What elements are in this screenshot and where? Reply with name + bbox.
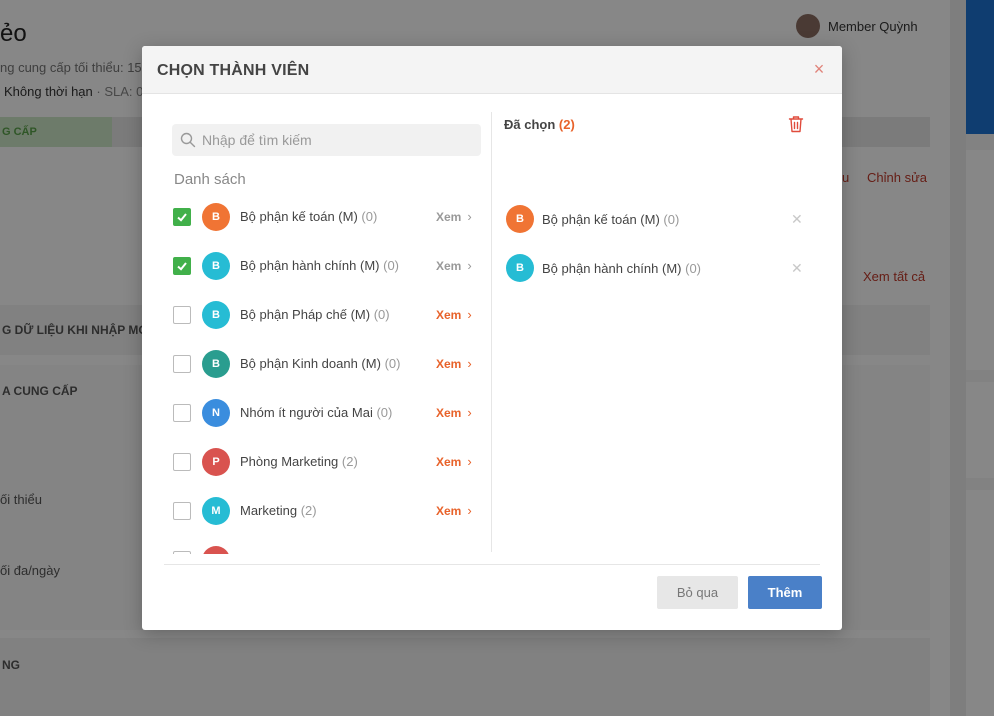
- remove-icon[interactable]: ✕: [791, 260, 803, 277]
- list-item[interactable]: B Bộ phận hành chính (M) (0) Xem ›: [164, 241, 491, 290]
- chevron-right-icon: ›: [467, 307, 472, 322]
- search-box[interactable]: [172, 124, 481, 156]
- selected-item: B Bộ phận hành chính (M) (0) ✕: [492, 253, 820, 283]
- view-link[interactable]: Xem ›: [436, 454, 472, 469]
- list-item[interactable]: B Bộ phận Pháp chế (M) (0) Xem ›: [164, 290, 491, 339]
- trash-icon[interactable]: [788, 115, 804, 133]
- chevron-right-icon: ›: [467, 503, 472, 518]
- item-name: Bộ phận hành chính (M) (0): [240, 258, 399, 273]
- check-icon: [177, 212, 187, 222]
- item-label: Bộ phận hành chính (M): [240, 258, 380, 273]
- view-link[interactable]: Xem ›: [436, 258, 472, 273]
- checkbox[interactable]: [173, 403, 191, 422]
- avatar: M: [202, 496, 230, 525]
- item-name: Marketing (2): [240, 503, 317, 518]
- list-item[interactable]: P Phòng Marketing (2) Xem ›: [164, 437, 491, 486]
- view-link[interactable]: Xem ›: [436, 356, 472, 371]
- search-icon: [180, 132, 196, 148]
- selected-heading-label: Đã chọn: [504, 117, 556, 132]
- item-count: (0): [384, 356, 401, 371]
- checkbox[interactable]: [173, 354, 191, 373]
- avatar: B: [202, 202, 230, 231]
- view-link[interactable]: Xem ›: [436, 307, 472, 322]
- avatar: B: [202, 251, 230, 280]
- search-input[interactable]: [202, 132, 472, 148]
- chevron-right-icon: ›: [467, 356, 472, 371]
- chevron-right-icon: ›: [467, 454, 472, 469]
- item-name: Nhóm ít người của Mai (0): [240, 405, 392, 420]
- item-label: Phòng Marketing: [240, 454, 339, 469]
- item-count: (0): [373, 307, 390, 322]
- list-item[interactable]: N Nhóm ít người của Mai (0) Xem ›: [164, 388, 491, 437]
- chevron-right-icon: ›: [467, 258, 472, 273]
- item-name: Bộ phận kế toán (M) (0): [542, 212, 679, 227]
- view-label: Xem: [436, 209, 462, 224]
- checkbox[interactable]: [173, 305, 191, 324]
- item-label: Bộ phận kế toán (M): [542, 211, 660, 227]
- view-link[interactable]: Xem ›: [436, 405, 472, 420]
- checkbox[interactable]: [173, 452, 191, 471]
- item-label: Nhóm ít người của Mai: [240, 405, 373, 420]
- item-name: Bộ phận hành chính (M) (0): [542, 261, 701, 276]
- selected-heading: Đã chọn (2): [504, 117, 575, 132]
- checkbox[interactable]: [173, 501, 191, 520]
- selected-count: (2): [558, 117, 575, 132]
- view-label: Xem: [436, 258, 462, 273]
- remove-icon[interactable]: ✕: [791, 211, 803, 228]
- item-count: (0): [376, 405, 393, 420]
- view-label: Xem: [436, 405, 462, 420]
- checkbox[interactable]: [173, 256, 191, 275]
- item-count: (2): [300, 503, 317, 518]
- avatar: B: [202, 349, 230, 378]
- avatar: N: [202, 398, 230, 427]
- member-list-panel: Danh sách B Bộ phận kế toán (M) (0) Xem ›…: [164, 94, 491, 554]
- list-item[interactable]: M Marketing (2) Xem ›: [164, 486, 491, 535]
- check-icon: [177, 261, 187, 271]
- chevron-right-icon: ›: [467, 405, 472, 420]
- item-name: Bộ phận Pháp chế (M) (0): [240, 307, 390, 322]
- view-link[interactable]: Xem ›: [436, 209, 472, 224]
- footer-divider: [164, 564, 820, 565]
- avatar: B: [506, 205, 534, 233]
- item-count: (0): [663, 211, 680, 227]
- selected-item: B Bộ phận kế toán (M) (0) ✕: [492, 204, 820, 234]
- member-list: B Bộ phận kế toán (M) (0) Xem › B Bộ phận…: [164, 192, 491, 554]
- avatar: B: [202, 300, 230, 329]
- view-label: Xem: [436, 454, 462, 469]
- avatar: [202, 545, 230, 554]
- item-name: Bộ phận Kinh doanh (M) (0): [240, 356, 400, 371]
- item-name: Bộ phận kế toán (M) (0): [240, 209, 377, 224]
- dialog-header: CHỌN THÀNH VIÊN ×: [142, 46, 842, 94]
- item-count: (2): [341, 454, 358, 469]
- chevron-right-icon: ›: [467, 209, 472, 224]
- item-label: Bộ phận Kinh doanh (M): [240, 356, 381, 371]
- checkbox[interactable]: [173, 550, 191, 554]
- close-icon[interactable]: ×: [810, 60, 828, 78]
- dialog-title: CHỌN THÀNH VIÊN: [157, 62, 310, 79]
- add-button[interactable]: Thêm: [748, 576, 822, 609]
- list-item[interactable]: B Bộ phận kế toán (M) (0) Xem ›: [164, 192, 491, 241]
- list-item-partial[interactable]: [164, 535, 491, 554]
- item-label: Marketing: [240, 503, 298, 518]
- item-label: Bộ phận Pháp chế (M): [240, 307, 371, 322]
- avatar: B: [506, 254, 534, 282]
- list-item[interactable]: B Bộ phận Kinh doanh (M) (0) Xem ›: [164, 339, 491, 388]
- view-label: Xem: [436, 356, 462, 371]
- view-label: Xem: [436, 307, 462, 322]
- checkbox[interactable]: [173, 207, 191, 226]
- item-label: Bộ phận kế toán (M): [240, 209, 358, 224]
- list-heading: Danh sách: [174, 171, 246, 188]
- selected-panel: Đã chọn (2) B Bộ phận kế toán (M) (0) ✕ …: [492, 94, 820, 554]
- select-members-dialog: CHỌN THÀNH VIÊN × Danh sách B Bộ phận kế…: [142, 46, 842, 630]
- view-link[interactable]: Xem ›: [436, 503, 472, 518]
- skip-button[interactable]: Bỏ qua: [657, 576, 738, 609]
- item-count: (0): [383, 258, 399, 273]
- item-count: (0): [685, 260, 701, 276]
- avatar: P: [202, 447, 230, 476]
- item-count: (0): [361, 209, 378, 224]
- item-name: Phòng Marketing (2): [240, 454, 358, 469]
- view-label: Xem: [436, 503, 462, 518]
- item-label: Bộ phận hành chính (M): [542, 260, 682, 276]
